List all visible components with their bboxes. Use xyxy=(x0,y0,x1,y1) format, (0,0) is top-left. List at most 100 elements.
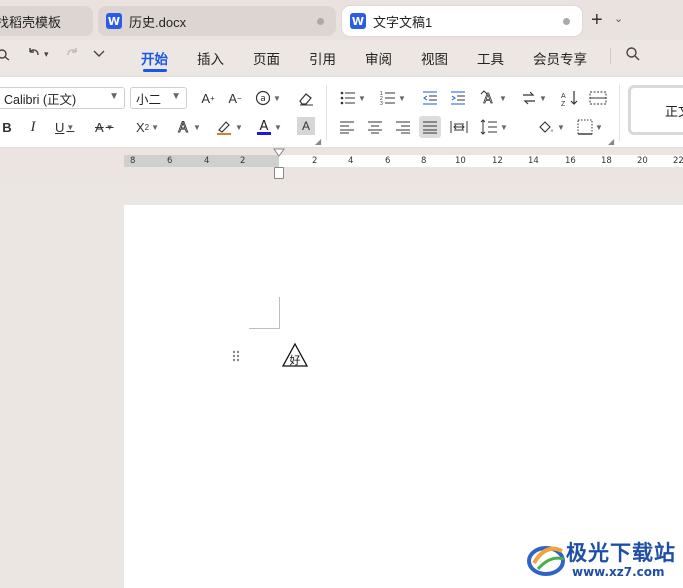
tab-close-dot-icon[interactable] xyxy=(563,18,570,25)
superscript-icon[interactable]: X 2 ▼ xyxy=(136,117,159,137)
svg-text:a: a xyxy=(260,94,266,104)
margin-corner-mark xyxy=(279,297,280,329)
svg-text:Z: Z xyxy=(561,101,566,106)
justify-icon[interactable] xyxy=(419,116,441,138)
align-left-icon[interactable] xyxy=(338,117,356,137)
increase-indent-icon[interactable] xyxy=(449,88,467,108)
new-tab-plus-icon[interactable]: + xyxy=(591,10,603,30)
undo-icon[interactable] xyxy=(26,46,42,66)
text-direction-icon[interactable]: ▼ xyxy=(521,88,547,108)
paragraph-shading-bucket-icon[interactable]: ▼ xyxy=(537,117,565,137)
text-effects-icon[interactable]: A ▼ xyxy=(175,117,201,137)
svg-text:A: A xyxy=(561,93,566,100)
menu-row: ▾ 开始 插入 页面 引用 审阅 视图 工具 会员专享 xyxy=(0,40,683,72)
left-indent-marker[interactable] xyxy=(274,167,284,179)
ruler-number: 4 xyxy=(348,156,354,166)
writer-doc-icon: W xyxy=(350,13,366,29)
svg-text:3: 3 xyxy=(380,101,383,105)
svg-text:A: A xyxy=(484,92,493,106)
undo-chevron-down-icon[interactable]: ▾ xyxy=(44,49,49,60)
ruler-number: 8 xyxy=(130,156,136,166)
menu-review[interactable]: 审阅 xyxy=(365,48,392,68)
print-preview-icon[interactable] xyxy=(0,46,12,66)
menu-divider xyxy=(610,48,611,64)
italic-icon[interactable]: I xyxy=(24,117,42,137)
ribbon-toolbar: Calibri (正文) ▼ 小二 ▼ A + A − a ▼ B I U ▼ A ▼ … xyxy=(0,76,683,148)
ribbon-separator xyxy=(619,85,620,141)
highlight-pen-icon[interactable]: ▼ xyxy=(215,117,243,137)
ruler-number: 12 xyxy=(492,156,503,166)
active-menu-underline xyxy=(143,69,167,72)
tab-close-dot-icon[interactable] xyxy=(317,18,324,25)
paragraph-drag-handle-icon[interactable] xyxy=(231,349,241,363)
menu-insert[interactable]: 插入 xyxy=(197,48,224,68)
svg-text:A: A xyxy=(260,119,269,134)
ruler-number: 14 xyxy=(528,156,539,166)
font-size-value: 小二 xyxy=(136,92,162,107)
menu-home[interactable]: 开始 xyxy=(141,48,168,68)
menu-member[interactable]: 会员专享 xyxy=(533,48,587,68)
ruler-number: 6 xyxy=(385,156,391,166)
search-icon[interactable] xyxy=(625,46,641,66)
numbered-list-icon[interactable]: 123 ▼ xyxy=(380,88,406,108)
show-hide-marks-icon[interactable] xyxy=(589,88,607,108)
tab-history-docx[interactable]: W 历史.docx xyxy=(98,6,336,36)
ruler-number: 18 xyxy=(601,156,612,166)
character-shading-icon[interactable]: A xyxy=(297,117,315,135)
underline-icon[interactable]: U ▼ xyxy=(55,117,74,137)
document-page[interactable] xyxy=(124,205,683,588)
ruler-number: 10 xyxy=(455,156,466,166)
menu-view[interactable]: 视图 xyxy=(421,48,448,68)
increase-font-size-icon[interactable]: A + xyxy=(199,88,217,108)
watermark-site-url: www.xz7.com xyxy=(572,565,665,579)
change-case-icon[interactable]: A ▼ xyxy=(479,88,507,108)
menu-tools[interactable]: 工具 xyxy=(477,48,504,68)
distributed-align-icon[interactable] xyxy=(450,117,468,137)
horizontal-ruler[interactable]: 8 6 4 2 2 4 6 8 10 12 14 16 18 20 22 xyxy=(124,155,683,167)
font-size-select[interactable]: 小二 ▼ xyxy=(130,87,187,109)
font-family-value: Calibri (正文) xyxy=(4,92,77,107)
style-normal-label: 正文 xyxy=(665,103,683,119)
sort-icon[interactable]: AZ xyxy=(561,88,579,108)
clear-format-eraser-icon[interactable] xyxy=(297,88,315,108)
bold-icon[interactable]: B xyxy=(0,117,16,137)
new-tab-chevron-down-icon[interactable]: ⌄ xyxy=(614,12,623,25)
font-color-icon[interactable]: A ▼ xyxy=(256,117,282,137)
tab-label: 文字文稿1 xyxy=(373,14,433,30)
redo-icon[interactable] xyxy=(64,46,80,66)
aurora-logo-icon xyxy=(527,546,565,576)
menu-references[interactable]: 引用 xyxy=(309,48,336,68)
decrease-indent-icon[interactable] xyxy=(421,88,439,108)
font-family-select[interactable]: Calibri (正文) ▼ xyxy=(0,87,125,109)
borders-icon[interactable]: ▼ xyxy=(577,117,603,137)
menu-page[interactable]: 页面 xyxy=(253,48,280,68)
margin-corner-mark xyxy=(249,328,280,329)
chevron-down-icon: ▼ xyxy=(109,91,119,102)
tab-label: 找稻壳模板 xyxy=(0,14,62,30)
chevron-down-icon: ▼ xyxy=(171,91,181,102)
enclosed-character-text: 好 xyxy=(289,354,301,367)
decrease-font-size-icon[interactable]: A − xyxy=(226,88,244,108)
strikethrough-icon[interactable]: A ▼ xyxy=(95,117,114,137)
writer-doc-icon: W xyxy=(106,13,122,29)
ruler-area: 8 6 4 2 2 4 6 8 10 12 14 16 18 20 22 xyxy=(0,148,683,182)
tab-template-store[interactable]: 找稻壳模板 xyxy=(0,6,93,36)
tab-document-1[interactable]: W 文字文稿1 xyxy=(342,6,582,36)
align-right-icon[interactable] xyxy=(394,117,412,137)
ruler-number: 22 xyxy=(673,156,683,166)
ruler-number: 2 xyxy=(312,156,318,166)
bullet-list-icon[interactable]: ▼ xyxy=(340,88,366,108)
quick-access-chevron-down-icon[interactable] xyxy=(92,46,106,64)
ruler-number: 6 xyxy=(167,156,173,166)
align-center-icon[interactable] xyxy=(366,117,384,137)
line-spacing-icon[interactable]: ▼ xyxy=(480,117,508,137)
phonetic-guide-icon[interactable]: a ▼ xyxy=(255,88,281,108)
ruler-number: 4 xyxy=(204,156,210,166)
svg-text:A: A xyxy=(178,120,188,135)
font-dialog-launcher-icon[interactable]: ◢ xyxy=(315,137,321,146)
watermark-site-name: 极光下载站 xyxy=(566,542,676,565)
style-normal-preview[interactable]: 正文 xyxy=(628,85,683,135)
ruler-margin-area xyxy=(124,155,279,167)
first-line-indent-marker[interactable] xyxy=(272,148,286,158)
paragraph-dialog-launcher-icon[interactable]: ◢ xyxy=(608,137,614,146)
